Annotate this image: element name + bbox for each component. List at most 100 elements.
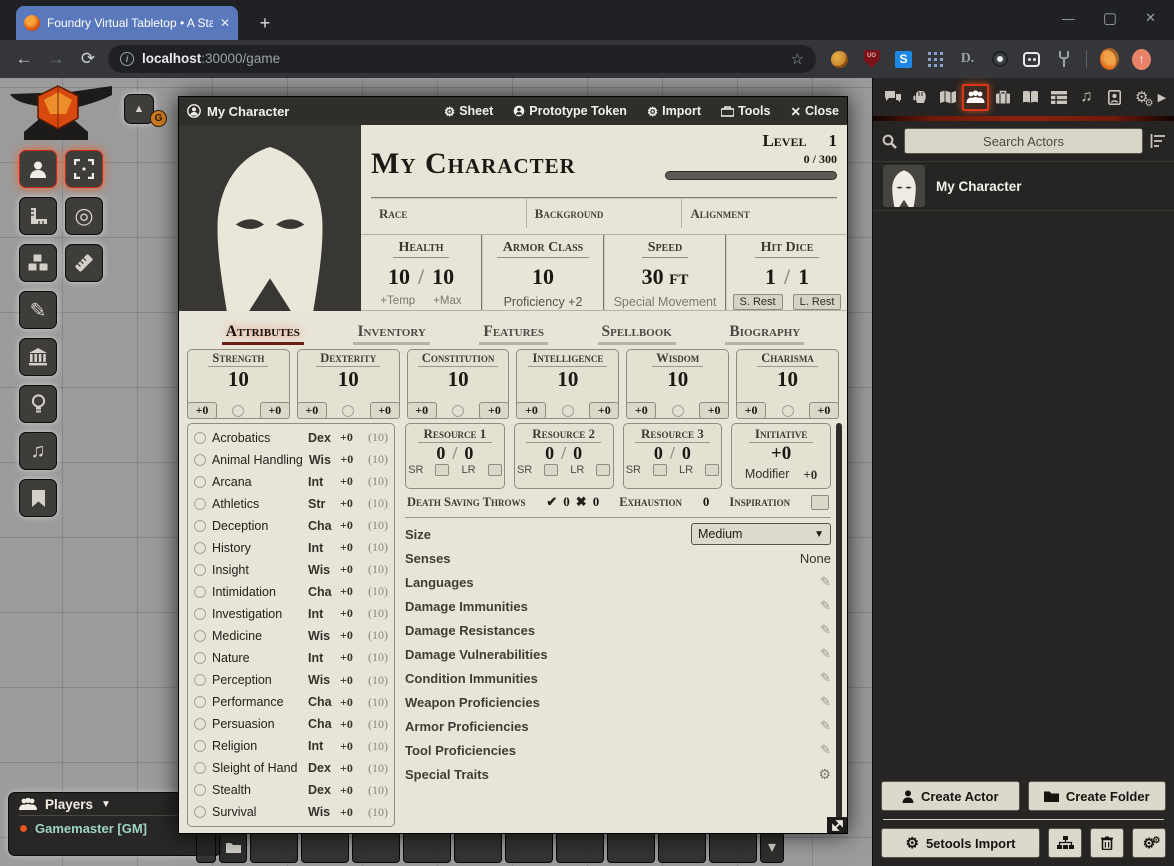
session-extension-icon[interactable]: S: [894, 50, 913, 69]
import-button[interactable]: ⚙Import: [647, 104, 701, 119]
skill-proficiency-radio[interactable]: [194, 432, 206, 444]
hp-tempmax-field[interactable]: +Max: [433, 295, 461, 307]
ability-block[interactable]: Strength 10 +0 +0: [187, 349, 290, 419]
site-info-icon[interactable]: i: [120, 52, 134, 66]
skill-proficiency-radio[interactable]: [194, 498, 206, 510]
container-extension-icon[interactable]: [1022, 50, 1041, 69]
death-success-count[interactable]: 0: [563, 494, 570, 510]
hotbar-slot[interactable]: [607, 831, 655, 863]
skill-proficiency-radio[interactable]: [194, 586, 206, 598]
edit-icon[interactable]: ✎: [820, 622, 831, 638]
browser-update-icon[interactable]: ↑: [1132, 50, 1151, 69]
long-rest-checkbox[interactable]: [488, 464, 502, 476]
edit-icon[interactable]: ✎: [820, 742, 831, 758]
ac-value[interactable]: 10: [532, 264, 554, 290]
ability-block[interactable]: Dexterity 10 +0 +0: [297, 349, 400, 419]
resource-label[interactable]: Resource 2: [526, 426, 601, 443]
hotbar-slot[interactable]: [658, 831, 706, 863]
ability-block[interactable]: Charisma 10 +0 +0: [736, 349, 839, 419]
short-rest-checkbox[interactable]: [435, 464, 449, 476]
5etools-import-button[interactable]: ⚙ 5etools Import: [881, 828, 1040, 858]
edit-icon[interactable]: ✎: [820, 646, 831, 662]
ability-proficiency-radio[interactable]: [782, 405, 794, 417]
url-bar[interactable]: i localhost:30000/game ☆: [108, 45, 816, 73]
sheet-scrollbar[interactable]: [836, 423, 842, 825]
ability-proficiency-radio[interactable]: [342, 405, 354, 417]
browser-tab[interactable]: Foundry Virtual Tabletop • A Stan ✕: [16, 6, 238, 40]
wall-controls-button[interactable]: [19, 338, 57, 376]
skill-row[interactable]: Athletics Str +0 (10): [194, 493, 388, 514]
measure-distance-button[interactable]: [65, 244, 103, 282]
prototype-token-button[interactable]: Prototype Token: [513, 104, 627, 118]
ability-score[interactable]: 10: [777, 367, 798, 391]
sheet-tab[interactable]: Attributes: [222, 323, 304, 345]
sidebar-tab-chat[interactable]: [879, 84, 906, 111]
sidebar-tab-journal[interactable]: [1017, 84, 1044, 111]
alignment-field[interactable]: Alignment: [681, 199, 837, 228]
inspiration-checkbox[interactable]: [811, 495, 829, 510]
edit-icon[interactable]: ✎: [820, 718, 831, 734]
ability-block[interactable]: Constitution 10 +0 +0: [407, 349, 510, 419]
skill-row[interactable]: History Int +0 (10): [194, 537, 388, 558]
sheet-tab[interactable]: Spellbook: [598, 323, 676, 345]
hotbar-slot[interactable]: [403, 831, 451, 863]
skill-row[interactable]: Deception Cha +0 (10): [194, 515, 388, 536]
skill-proficiency-radio[interactable]: [194, 564, 206, 576]
ublock-extension-icon[interactable]: UO: [862, 50, 881, 69]
sitemap-button[interactable]: [1048, 828, 1082, 858]
window-header[interactable]: My Character ⚙Sheet Prototype Token ⚙Imp…: [179, 97, 847, 125]
sidebar-tab-compendium[interactable]: [1101, 84, 1128, 111]
hotbar-slot[interactable]: [709, 831, 757, 863]
tools-button[interactable]: Tools: [721, 104, 770, 118]
reload-icon[interactable]: ⟳: [72, 49, 104, 69]
hotbar-slot[interactable]: [250, 831, 298, 863]
skill-proficiency-radio[interactable]: [194, 806, 206, 818]
hp-temp-field[interactable]: +Temp: [380, 295, 415, 307]
skill-row[interactable]: Perception Wis +0 (10): [194, 670, 388, 691]
hotbar-slot[interactable]: [505, 831, 553, 863]
skill-row[interactable]: Persuasion Cha +0 (10): [194, 714, 388, 735]
skill-row[interactable]: Arcana Int +0 (10): [194, 471, 388, 492]
long-rest-checkbox[interactable]: [705, 464, 719, 476]
d-extension-icon[interactable]: D.: [958, 50, 977, 69]
skill-proficiency-radio[interactable]: [194, 630, 206, 642]
ability-score[interactable]: 10: [667, 367, 688, 391]
skill-row[interactable]: Investigation Int +0 (10): [194, 603, 388, 624]
level-value[interactable]: 1: [829, 131, 838, 151]
skill-row[interactable]: Insight Wis +0 (10): [194, 559, 388, 580]
resource-max[interactable]: 0: [573, 443, 582, 463]
sidebar-tab-items[interactable]: [990, 84, 1017, 111]
sidebar-tab-combat[interactable]: [907, 84, 934, 111]
background-field[interactable]: Background: [526, 199, 682, 228]
search-actors-input[interactable]: [904, 128, 1143, 154]
window-maximize-icon[interactable]: ▢: [1103, 9, 1117, 27]
skill-proficiency-radio[interactable]: [194, 674, 206, 686]
hotbar-slot[interactable]: [454, 831, 502, 863]
resource-label[interactable]: Resource 3: [635, 426, 710, 443]
ability-proficiency-radio[interactable]: [562, 405, 574, 417]
target-tool-button[interactable]: ◎: [65, 197, 103, 235]
skill-row[interactable]: Religion Int +0 (10): [194, 736, 388, 757]
ability-score[interactable]: 10: [557, 367, 578, 391]
death-fail-icon[interactable]: ✖: [576, 494, 587, 510]
skill-proficiency-radio[interactable]: [194, 784, 206, 796]
sidebar-tab-tables[interactable]: [1045, 84, 1072, 111]
cookie-extension-icon[interactable]: [830, 50, 849, 69]
character-portrait[interactable]: [179, 125, 361, 311]
drawing-controls-button[interactable]: ✎: [19, 291, 57, 329]
skill-row[interactable]: Performance Cha +0 (10): [194, 692, 388, 713]
skill-proficiency-radio[interactable]: [194, 454, 206, 466]
tuning-fork-extension-icon[interactable]: [1054, 50, 1073, 69]
skill-proficiency-radio[interactable]: [194, 652, 206, 664]
hd-current[interactable]: 1: [765, 264, 776, 290]
death-fail-count[interactable]: 0: [593, 494, 600, 510]
edit-icon[interactable]: ✎: [820, 670, 831, 686]
short-rest-button[interactable]: S. Rest: [733, 294, 783, 310]
window-resize-handle[interactable]: [827, 817, 847, 833]
grid-extension-icon[interactable]: [926, 50, 945, 69]
profile-avatar[interactable]: [1100, 50, 1119, 69]
skill-proficiency-radio[interactable]: [194, 718, 206, 730]
skill-row[interactable]: Medicine Wis +0 (10): [194, 625, 388, 646]
skill-row[interactable]: Survival Wis +0 (10): [194, 802, 388, 823]
macro-folder-button[interactable]: [219, 831, 247, 863]
